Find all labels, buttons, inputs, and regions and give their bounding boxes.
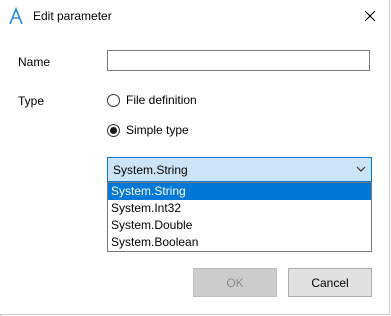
dropdown-option-boolean[interactable]: System.Boolean [108,234,371,251]
dropdown-option-int32[interactable]: System.Int32 [108,200,371,217]
radio-simple-type-label: Simple type [126,123,189,137]
combobox-selected-value: System.String [113,163,188,177]
radio-file-definition-label: File definition [126,93,197,107]
ok-button[interactable]: OK [193,268,277,297]
close-button[interactable] [357,4,383,28]
dialog-title: Edit parameter [33,9,112,23]
edit-parameter-dialog: Edit parameter Name Type File definition… [0,0,390,315]
name-input[interactable] [107,50,370,71]
title-bar[interactable]: Edit parameter [0,0,389,32]
cancel-button[interactable]: Cancel [288,268,372,297]
chevron-down-icon[interactable] [355,163,367,175]
type-dropdown-list: System.String System.Int32 System.Double… [107,182,372,252]
radio-file-definition[interactable]: File definition [107,93,197,107]
radio-simple-type-circle[interactable] [107,123,120,137]
dropdown-option-string[interactable]: System.String [108,183,371,200]
radio-file-definition-circle[interactable] [107,93,120,107]
radio-simple-type[interactable]: Simple type [107,123,189,137]
name-label: Name [18,55,51,69]
close-icon [364,10,376,22]
type-label: Type [18,94,45,108]
app-logo-icon [9,7,23,25]
type-combobox[interactable]: System.String [107,157,372,182]
dropdown-option-double[interactable]: System.Double [108,217,371,234]
